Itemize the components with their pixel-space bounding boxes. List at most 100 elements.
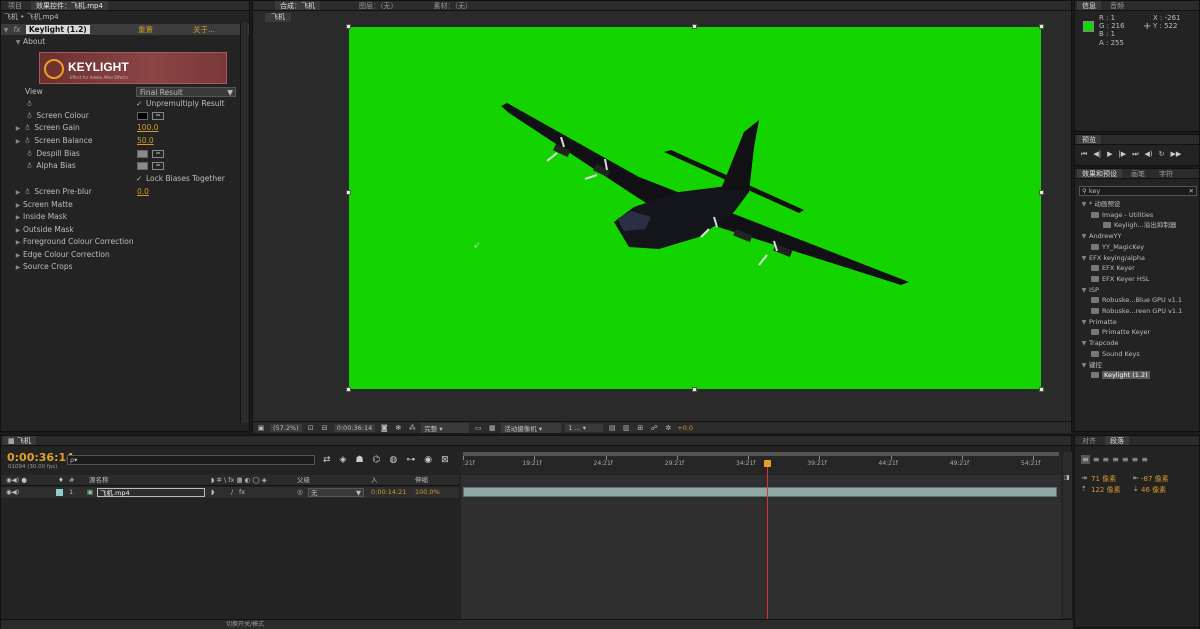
effects-tree-item[interactable]: ▼ Trapcode (1075, 338, 1199, 349)
effects-tree-item[interactable]: EFX Keyer (1075, 263, 1199, 274)
stopwatch-icon[interactable]: ♁ (23, 186, 32, 199)
stopwatch-icon[interactable]: ♁ (23, 135, 32, 148)
comp-subtab[interactable]: 飞机 (265, 13, 291, 22)
expand-triangle-icon[interactable]: ▶ (13, 136, 23, 148)
comp-timecode[interactable]: 0:00:36:14 (333, 423, 376, 432)
expand-triangle-icon[interactable]: ▼ (1079, 200, 1089, 210)
layer-name[interactable]: 飞机.mp4 (97, 488, 205, 497)
flowchart-icon[interactable]: ☍ (649, 424, 659, 432)
tab-footage[interactable]: 素材：（无） (429, 1, 478, 10)
expand-triangle-icon[interactable]: ▶ (13, 250, 23, 262)
selection-handle[interactable] (1039, 387, 1044, 392)
effects-tree-item[interactable]: Keyligh...溢出抑制器 (1075, 220, 1199, 231)
audio-icon[interactable]: ◀) (1145, 150, 1153, 159)
align-center-icon[interactable]: ≡ (1093, 455, 1100, 464)
snapshot-icon[interactable]: ◙ (379, 424, 389, 432)
group-outside-mask[interactable]: ▶ Outside Mask (1, 224, 249, 237)
timeline-options-icon[interactable]: ⊠ (441, 455, 449, 465)
expand-triangle-icon[interactable]: ▼ (1079, 254, 1089, 264)
region-icon[interactable]: ⊟ (320, 424, 330, 432)
expand-triangle-icon[interactable]: ▶ (13, 237, 23, 249)
layer-in-point[interactable]: 0:00:14:21 (371, 487, 407, 498)
stopwatch-icon[interactable]: ♁ (25, 110, 34, 123)
viewer[interactable] (346, 24, 1044, 392)
indent-left-value[interactable]: 71 像素 (1091, 474, 1116, 484)
justify-right-icon[interactable]: ≡ (1132, 455, 1139, 464)
draft-3d-icon[interactable]: ◈ (340, 455, 347, 465)
timeline-icon[interactable]: ⊞ (635, 424, 645, 432)
space-before-value[interactable]: 122 像素 (1091, 485, 1121, 495)
effects-tree-item[interactable]: ▼ Primatte (1075, 317, 1199, 328)
effect-controls-scrollbar[interactable] (240, 23, 248, 423)
collapse-triangle-icon[interactable]: ▼ (1, 25, 11, 35)
layer-stretch[interactable]: 100.0% (415, 487, 440, 498)
transparency-grid-icon[interactable]: ▦ (487, 424, 497, 432)
stopwatch-icon[interactable]: ♁ (25, 98, 34, 111)
tab-project[interactable]: 项目 (3, 1, 27, 10)
selection-handle[interactable] (346, 387, 351, 392)
exposure-value[interactable]: +0.0 (677, 424, 693, 432)
selection-handle[interactable] (346, 24, 351, 29)
layer-row[interactable]: ◉◀) 1 ▣ 飞机.mp4 ◗ / fx ◎ 无 ▼ 0:00:14:21 10… (1, 487, 459, 498)
tab-character[interactable]: 字符 (1154, 169, 1178, 178)
stopwatch-icon[interactable]: ♁ (25, 160, 34, 173)
expand-triangle-icon[interactable]: ▶ (13, 200, 23, 212)
reset-exposure-icon[interactable]: ✲ (663, 424, 673, 432)
expand-triangle-icon[interactable]: ▼ (1079, 318, 1089, 328)
group-inside-mask[interactable]: ▶ Inside Mask (1, 211, 249, 224)
playhead[interactable] (764, 460, 771, 619)
screen-preblur-value[interactable]: 0.0 (137, 186, 149, 199)
group-edge-colour[interactable]: ▶ Edge Colour Correction (1, 249, 249, 262)
expand-triangle-icon[interactable]: ▶ (13, 187, 23, 199)
roi-icon[interactable]: ▭ (473, 424, 483, 432)
prev-frame-icon[interactable]: ◀| (1093, 150, 1101, 159)
timeline-search-input[interactable]: ρ▾ (67, 455, 315, 465)
align-right-icon[interactable]: ≡ (1102, 455, 1109, 464)
tab-audio[interactable]: 音频 (1105, 1, 1129, 10)
effects-search-input[interactable]: ⚲ key ✕ (1079, 186, 1197, 196)
playhead-marker-icon[interactable] (764, 460, 771, 467)
view-dropdown[interactable]: Final Result ▼ (136, 87, 236, 97)
expand-triangle-icon[interactable]: ▼ (13, 37, 23, 47)
expand-triangle-icon[interactable]: ▶ (13, 262, 23, 274)
comp-mini-flowchart-icon[interactable]: ⇄ (323, 455, 331, 465)
always-preview-icon[interactable]: ▣ (256, 424, 266, 432)
expand-triangle-icon[interactable]: ▼ (1079, 286, 1089, 296)
expand-triangle-icon[interactable]: ▼ (1079, 232, 1089, 242)
work-area-bar[interactable] (463, 452, 1059, 456)
time-ruler[interactable]: :21f 19:21f 24:21f 29:21f 34:21f 39:21f 44:21f… (461, 452, 1061, 474)
timeline-timecode[interactable]: 0:00:36:14 (7, 451, 74, 464)
fx-badge[interactable]: fx (13, 25, 20, 34)
tab-effects-presets[interactable]: 效果和预设 (1077, 169, 1122, 178)
effects-tree-item[interactable]: Primatte Keyer (1075, 327, 1199, 338)
show-snapshot-icon[interactable]: ✻ (393, 424, 403, 432)
layer-label-color[interactable] (56, 489, 63, 496)
motion-blur-icon[interactable]: ◍ (389, 455, 397, 465)
comp-marker-bin-icon[interactable]: ◨ (1064, 474, 1070, 481)
tab-layer[interactable]: 图层：（无） (354, 1, 403, 10)
clear-search-icon[interactable]: ✕ (1189, 187, 1194, 195)
expand-triangle-icon[interactable]: ▶ (13, 225, 23, 237)
expand-triangle-icon[interactable]: ▼ (1079, 339, 1089, 349)
stopwatch-icon[interactable]: ♁ (23, 122, 32, 135)
selection-handle[interactable] (692, 24, 697, 29)
views-dropdown[interactable]: 1 ... ▾ (565, 423, 604, 432)
tab-paragraph[interactable]: 段落 (1105, 436, 1129, 445)
justify-all-icon[interactable]: ≡ (1141, 455, 1148, 464)
tab-timeline-comp[interactable]: ▦ 飞机 (3, 436, 36, 445)
zoom-dropdown[interactable]: (57.2%) (270, 423, 302, 432)
expand-triangle-icon[interactable]: ▶ (13, 212, 23, 224)
quality-dropdown[interactable]: 完整 ▾ (421, 422, 470, 433)
tab-preview[interactable]: 预览 (1077, 135, 1101, 144)
tab-composition[interactable]: 合成：飞机 (275, 1, 320, 10)
group-fg-colour[interactable]: ▶ Foreground Colour Correction (1, 236, 249, 249)
unpremultiply-checkbox[interactable]: ✓ (136, 98, 142, 111)
layer-fx-switch[interactable]: fx (239, 487, 245, 498)
group-screen-matte[interactable]: ▶ Screen Matte (1, 199, 249, 212)
eyedropper-icon[interactable]: ═ (152, 150, 164, 158)
effect-header[interactable]: ▼ fx Keylight (1.2) 重置 关于... (1, 24, 249, 35)
last-frame-icon[interactable]: ⏭ (1132, 150, 1138, 159)
layer-duration-bar[interactable] (463, 487, 1057, 497)
screen-colour-swatch[interactable] (137, 112, 148, 120)
play-icon[interactable]: ▶ (1107, 150, 1112, 159)
